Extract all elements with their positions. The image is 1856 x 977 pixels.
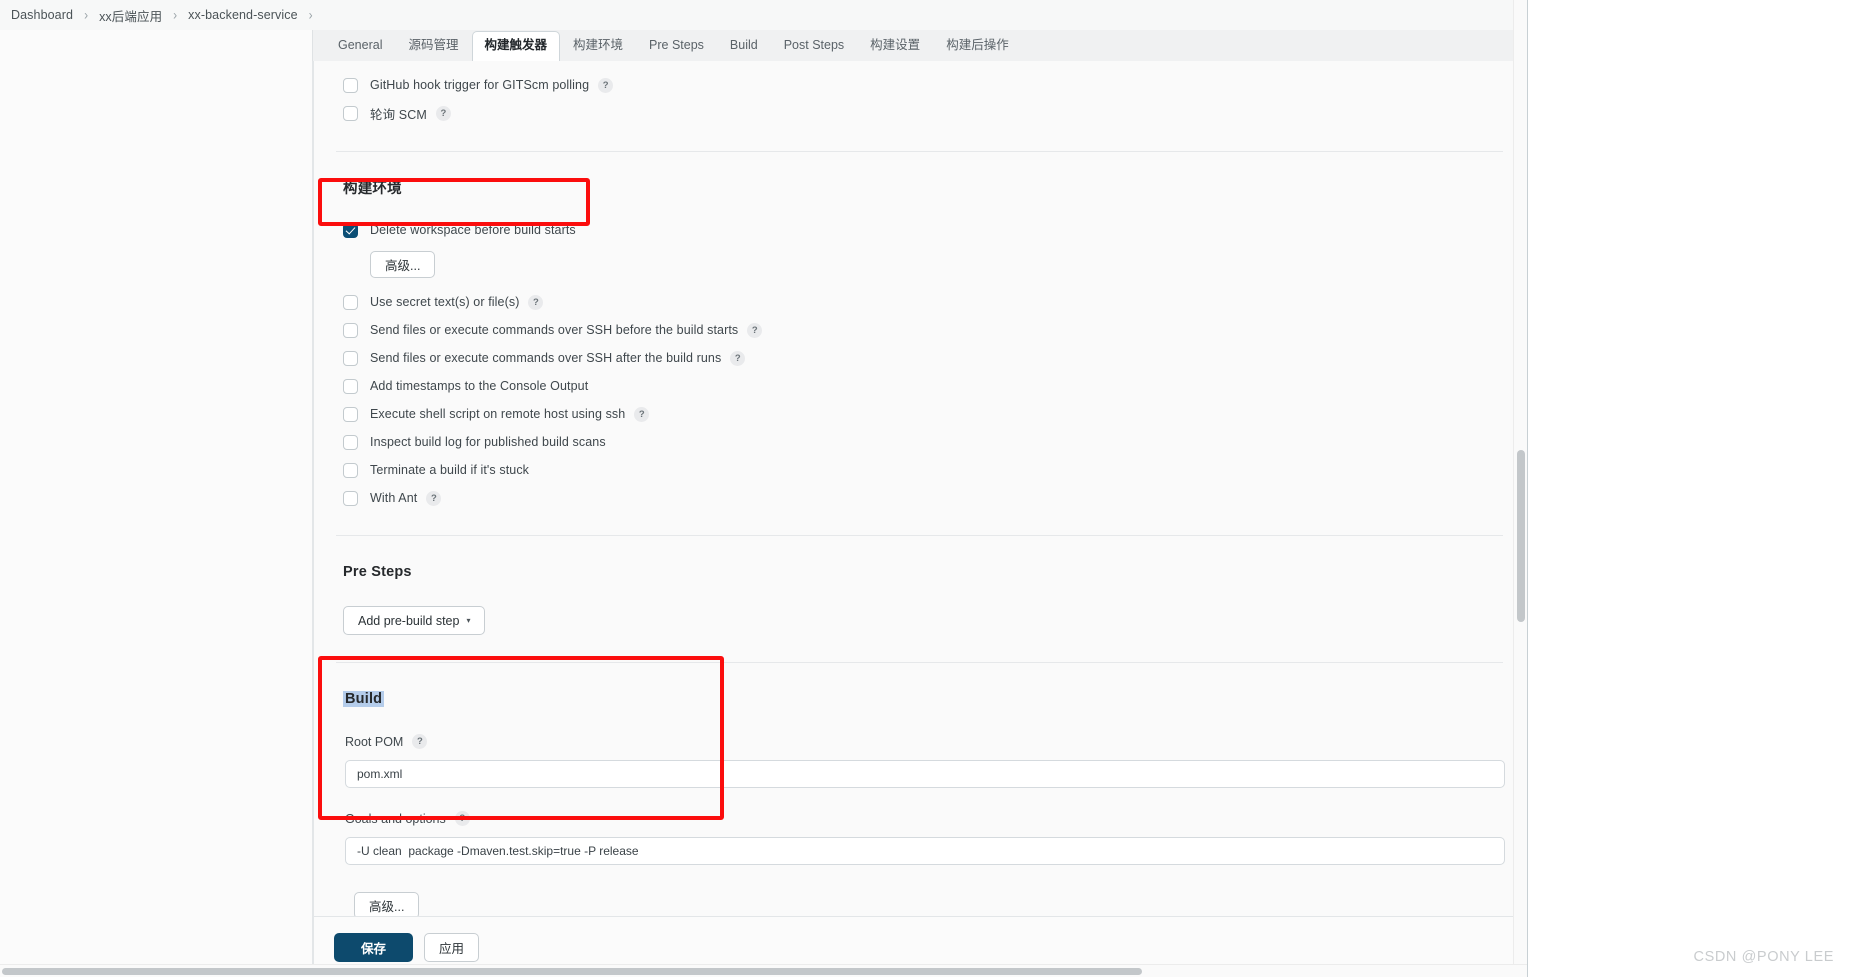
checkbox-label: Add timestamps to the Console Output (370, 379, 589, 393)
tab-list: General 源码管理 构建触发器 构建环境 Pre Steps Build … (313, 30, 1022, 62)
checkbox-row-ssh-after-build[interactable]: Send files or execute commands over SSH … (334, 344, 1505, 372)
tab-source-control[interactable]: 源码管理 (395, 31, 471, 61)
checkbox-with-ant[interactable] (343, 490, 358, 506)
help-icon[interactable]: ? (412, 734, 428, 749)
checkbox-add-timestamps-console-output[interactable] (343, 378, 358, 394)
help-icon[interactable]: ? (634, 406, 650, 422)
vertical-scrollbar-thumb[interactable] (1517, 450, 1525, 622)
screenshot-root: Dashboard › xx后端应用 › xx-backend-service … (0, 0, 1856, 977)
help-icon[interactable]: ? (730, 350, 746, 366)
checkbox-label: Terminate a build if it's stuck (370, 463, 530, 477)
breadcrumb: Dashboard › xx后端应用 › xx-backend-service … (0, 0, 1527, 30)
tab-general[interactable]: General (325, 31, 395, 61)
checkbox-poll-scm[interactable] (343, 105, 358, 121)
checkbox-send-files-ssh-after-build[interactable] (343, 350, 358, 366)
checkbox-label: Delete workspace before build starts (370, 223, 576, 237)
tab-build-triggers[interactable]: 构建触发器 (471, 31, 561, 62)
section-heading-build-wrap: Build (334, 690, 1505, 708)
config-panel: GitHub hook trigger for GITScm polling ?… (313, 61, 1527, 977)
vertical-scrollbar-track[interactable] (1513, 0, 1527, 977)
add-pre-build-step-button[interactable]: Add pre-build step ▾ (343, 606, 486, 635)
help-icon[interactable]: ? (454, 811, 470, 826)
checkbox-label: GitHub hook trigger for GITScm polling (370, 78, 590, 92)
apply-button[interactable]: 应用 (424, 932, 480, 962)
checkbox-inspect-build-log-scans[interactable] (343, 434, 358, 450)
goals-and-options-input[interactable] (345, 837, 1505, 865)
checkbox-terminate-build-if-stuck[interactable] (343, 462, 358, 478)
help-icon[interactable]: ? (435, 105, 451, 121)
checkbox-label: Use secret text(s) or file(s) (370, 295, 520, 309)
checkbox-row-ssh-before-build[interactable]: Send files or execute commands over SSH … (334, 316, 1505, 344)
section-heading-build: Build (343, 691, 385, 707)
browser-content-area: Dashboard › xx后端应用 › xx-backend-service … (0, 0, 1527, 977)
checkbox-label: Inspect build log for published build sc… (370, 435, 606, 449)
tab-post-build-actions[interactable]: 构建后操作 (933, 31, 1022, 61)
chevron-down-icon: ▾ (466, 615, 471, 625)
save-button[interactable]: 保存 (334, 932, 414, 962)
help-icon[interactable]: ? (528, 294, 544, 310)
checkbox-row-github-hook-trigger[interactable]: GitHub hook trigger for GITScm polling ? (334, 71, 1505, 99)
help-icon[interactable]: ? (598, 77, 614, 93)
checkbox-use-secret-text-or-files[interactable] (343, 294, 358, 310)
checkbox-label: With Ant (370, 491, 418, 505)
checkbox-row-use-secret[interactable]: Use secret text(s) or file(s) ? (334, 288, 1505, 316)
left-sidebar-area (0, 61, 313, 977)
checkbox-row-delete-workspace[interactable]: Delete workspace before build starts (334, 215, 1505, 245)
breadcrumb-item-folder[interactable]: xx后端应用 (99, 6, 162, 25)
checkbox-row-terminate-stuck-build[interactable]: Terminate a build if it's stuck (334, 456, 1505, 484)
advanced-button-build-environment[interactable]: 高级... (370, 251, 436, 278)
help-icon[interactable]: ? (747, 322, 763, 338)
config-tabbar: General 源码管理 构建触发器 构建环境 Pre Steps Build … (0, 30, 1527, 62)
field-label-goals-wrap: Goals and options ? (334, 811, 1505, 826)
checkbox-row-inspect-build-log[interactable]: Inspect build log for published build sc… (334, 428, 1505, 456)
add-pre-build-step-label: Add pre-build step (358, 613, 460, 628)
checkbox-label: Send files or execute commands over SSH … (370, 351, 722, 365)
checkbox-label: 轮询 SCM (370, 107, 427, 122)
checkbox-github-hook-trigger[interactable] (343, 77, 358, 93)
checkbox-row-poll-scm[interactable]: 轮询 SCM ? (334, 99, 1505, 127)
breadcrumb-separator-icon: › (173, 6, 178, 24)
checkbox-send-files-ssh-before-build[interactable] (343, 322, 358, 338)
tab-build[interactable]: Build (717, 31, 771, 61)
tab-post-steps[interactable]: Post Steps (771, 31, 857, 61)
field-label-goals-and-options: Goals and options (345, 811, 446, 826)
tab-build-environment[interactable]: 构建环境 (560, 31, 636, 61)
help-icon[interactable]: ? (426, 490, 442, 506)
watermark: CSDN @PONY LEE (1693, 949, 1834, 965)
breadcrumb-item-job[interactable]: xx-backend-service (188, 8, 297, 22)
tab-build-settings[interactable]: 构建设置 (857, 31, 933, 61)
checkbox-delete-workspace-before-build[interactable] (343, 222, 358, 238)
checkbox-row-with-ant[interactable]: With Ant ? (334, 484, 1505, 512)
horizontal-scrollbar-track[interactable] (0, 964, 1527, 977)
section-heading-build-environment: 构建环境 (343, 181, 402, 197)
field-label-root-pom: Root POM (345, 734, 404, 749)
tabbar-left-filler (0, 30, 313, 61)
checkbox-label: Execute shell script on remote host usin… (370, 407, 626, 421)
breadcrumb-separator-icon: › (84, 6, 89, 24)
section-heading-pre-steps: Pre Steps (343, 564, 412, 580)
checkbox-row-add-timestamps[interactable]: Add timestamps to the Console Output (334, 372, 1505, 400)
checkbox-row-execute-shell-remote[interactable]: Execute shell script on remote host usin… (334, 400, 1505, 428)
breadcrumb-separator-icon: › (308, 6, 313, 24)
page-right-gutter (1527, 0, 1856, 977)
advanced-button-build[interactable]: 高级... (354, 892, 420, 919)
checkbox-label: Send files or execute commands over SSH … (370, 323, 739, 337)
breadcrumb-item-dashboard[interactable]: Dashboard (11, 8, 73, 22)
config-content: GitHub hook trigger for GITScm polling ?… (314, 61, 1527, 977)
tab-pre-steps[interactable]: Pre Steps (636, 31, 717, 61)
field-label-root-pom-wrap: Root POM ? (334, 734, 1505, 749)
checkbox-execute-shell-script-remote-ssh[interactable] (343, 406, 358, 422)
root-pom-input[interactable] (345, 760, 1505, 788)
horizontal-scrollbar-thumb[interactable] (2, 968, 1142, 975)
